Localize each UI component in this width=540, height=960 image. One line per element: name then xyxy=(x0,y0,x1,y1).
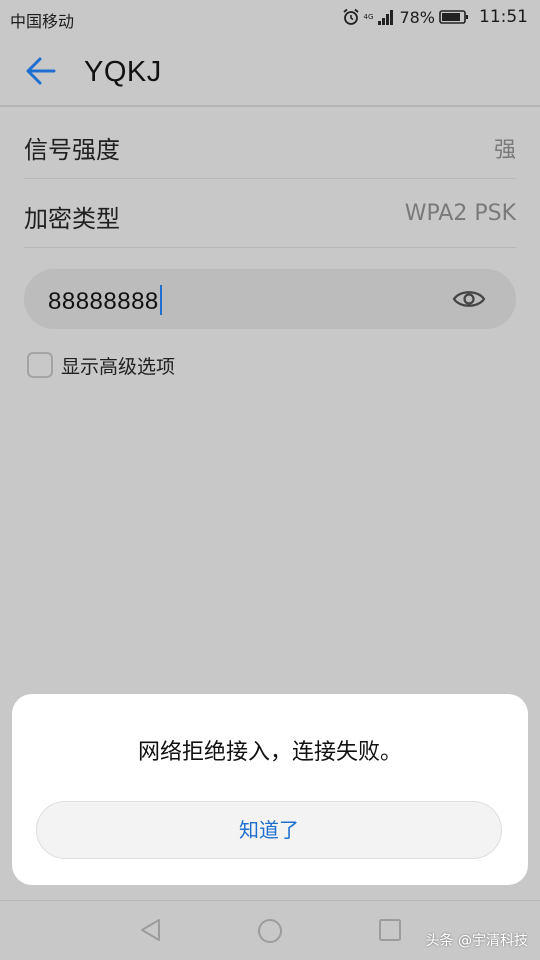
app-header: YQKJ xyxy=(0,40,540,106)
network-type-label: 4G xyxy=(363,12,374,21)
recents-square-icon[interactable] xyxy=(378,918,402,942)
clock: 11:51 xyxy=(479,7,528,27)
show-advanced-options[interactable]: 显示高级选项 xyxy=(27,350,175,380)
signal-strength-value: 强 xyxy=(493,138,516,163)
arrow-left-icon[interactable] xyxy=(22,54,60,88)
page-title: YQKJ xyxy=(84,56,162,88)
signal-strength-row: 信号强度 强 xyxy=(24,110,516,178)
text-caret xyxy=(159,285,162,315)
advanced-options-checkbox[interactable] xyxy=(27,352,53,378)
status-bar: 中国移动 4G 78% 11:51 xyxy=(0,0,540,36)
signal-strength-label: 信号强度 xyxy=(24,136,120,164)
encryption-type-label: 加密类型 xyxy=(24,205,120,233)
alarm-icon xyxy=(342,8,359,25)
home-circle-icon[interactable] xyxy=(257,918,283,944)
battery-percent: 78% xyxy=(399,7,435,27)
encryption-type-value: WPA2 PSK xyxy=(404,201,516,226)
password-input[interactable]: 88888888 xyxy=(24,269,516,329)
encryption-type-row: 加密类型 WPA2 PSK xyxy=(24,179,516,247)
battery-icon xyxy=(439,10,468,24)
header-divider xyxy=(0,105,540,107)
advanced-options-label: 显示高级选项 xyxy=(61,355,176,378)
carrier-name: 中国移动 xyxy=(10,12,75,31)
eye-icon[interactable] xyxy=(452,286,486,312)
status-icons: 4G 78% 11:51 xyxy=(342,7,528,27)
watermark: 头条 @宇清科技 xyxy=(425,933,528,949)
acknowledge-button[interactable]: 知道了 xyxy=(36,801,502,859)
navigation-bar: 头条 @宇清科技 xyxy=(0,901,540,960)
row-divider xyxy=(24,247,516,248)
signal-icon xyxy=(378,10,394,25)
error-dialog: 网络拒绝接入，连接失败。 知道了 xyxy=(12,694,528,885)
password-value: 88888888 xyxy=(48,285,162,316)
back-triangle-icon[interactable] xyxy=(138,917,162,943)
dialog-message: 网络拒绝接入，连接失败。 xyxy=(137,740,402,765)
